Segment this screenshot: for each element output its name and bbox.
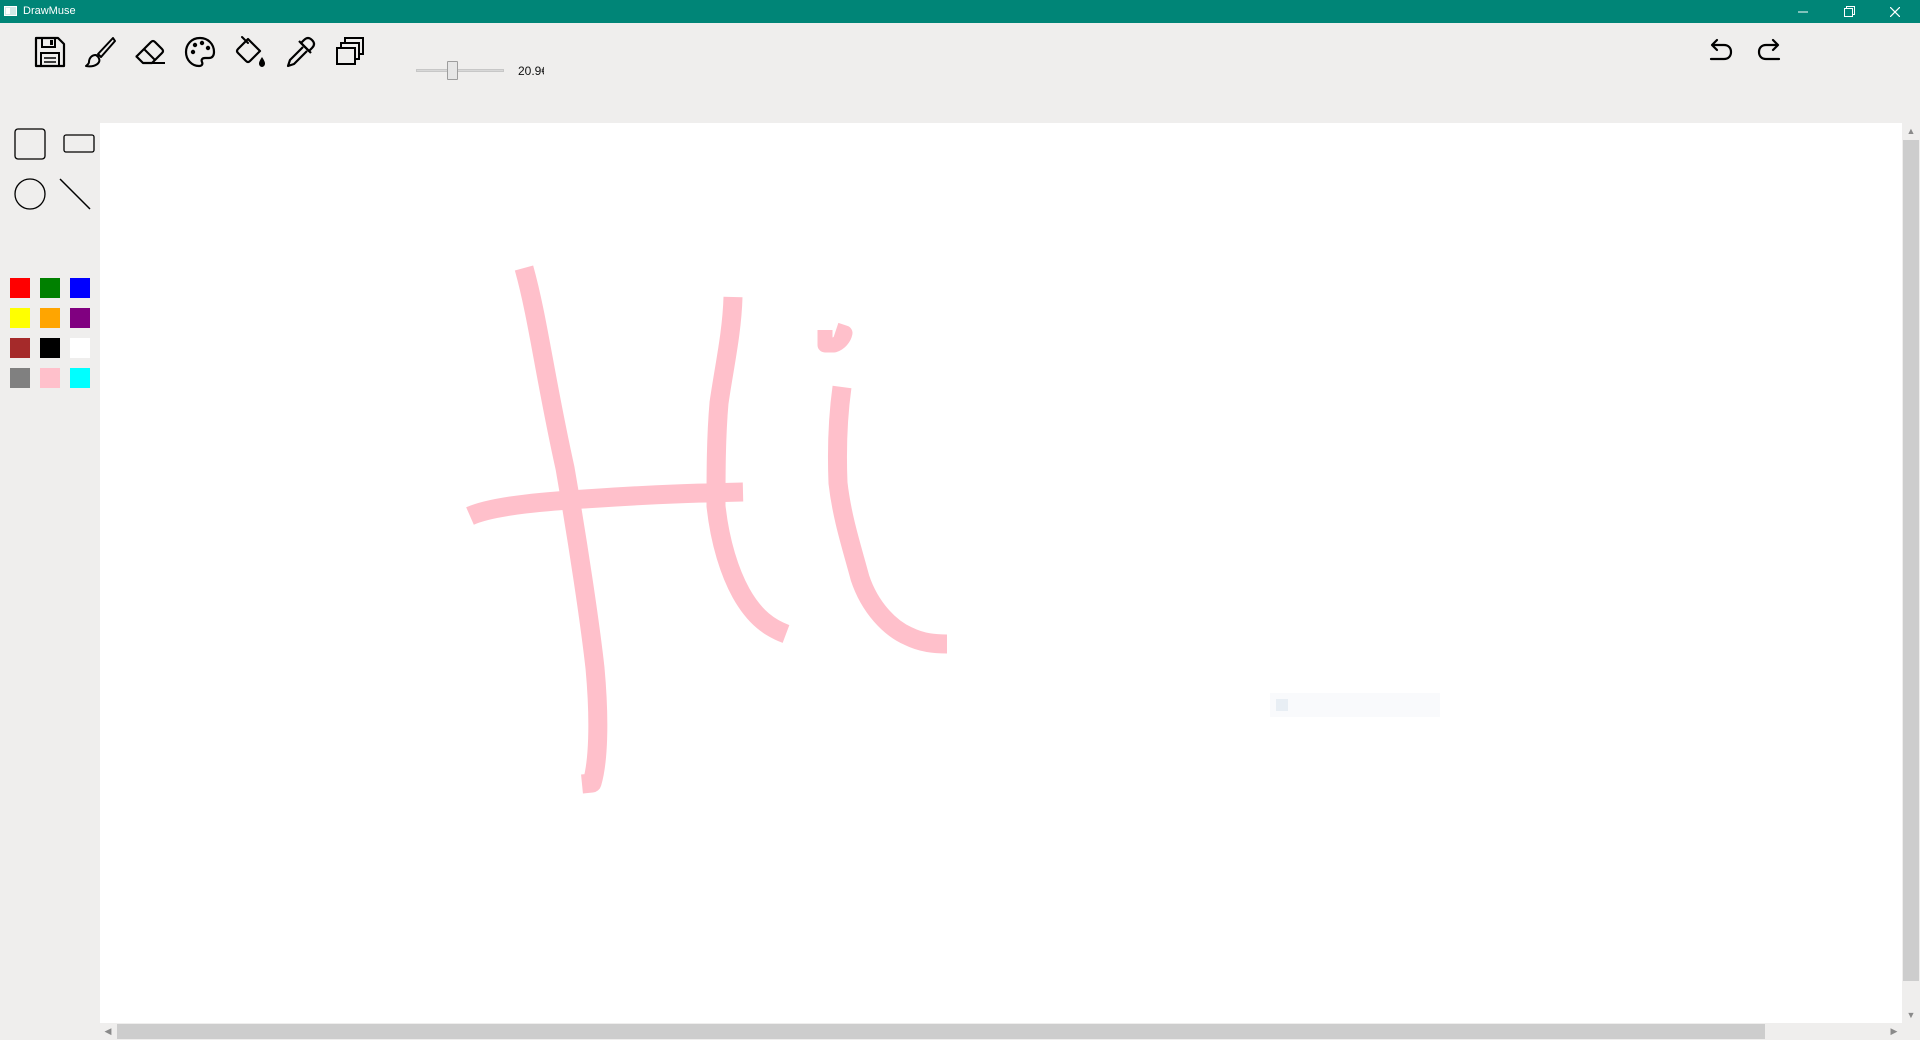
minimize-button[interactable]: [1780, 0, 1826, 23]
eyedropper-icon: [286, 36, 316, 68]
palette-button[interactable]: [180, 32, 220, 72]
color-swatch[interactable]: [40, 308, 60, 328]
layers-button[interactable]: [330, 32, 370, 72]
app-icon: [4, 6, 17, 16]
circle-shape-button[interactable]: [11, 175, 49, 213]
color-swatch[interactable]: [70, 368, 90, 388]
ghost-hint: [1270, 693, 1440, 717]
drawmuse-window: DrawMuse 20.9 ▲ ▼ ◀ ▶: [0, 0, 1920, 1040]
circle-icon: [14, 178, 46, 210]
fill-bucket-button[interactable]: [230, 32, 270, 72]
scroll-up-arrow-icon[interactable]: ▲: [1903, 123, 1919, 139]
redo-icon: [1757, 38, 1781, 61]
color-swatch[interactable]: [10, 368, 30, 388]
undo-icon: [1709, 38, 1733, 61]
horizontal-scroll-thumb[interactable]: [117, 1024, 1765, 1039]
color-swatch[interactable]: [40, 368, 60, 388]
vertical-scrollbar[interactable]: ▲ ▼: [1902, 123, 1920, 1023]
line-shape-button[interactable]: [56, 175, 94, 213]
save-button[interactable]: [30, 32, 70, 72]
color-swatch[interactable]: [70, 338, 90, 358]
scroll-right-arrow-icon[interactable]: ▶: [1886, 1023, 1902, 1039]
stroke-h-right: [706, 296, 790, 643]
brush-size-slider[interactable]: [412, 59, 508, 83]
color-swatch[interactable]: [10, 278, 30, 298]
stroke-i-stem: [827, 385, 948, 654]
color-swatch[interactable]: [40, 278, 60, 298]
square-shape-button[interactable]: [11, 125, 49, 163]
undo-button[interactable]: [1700, 32, 1740, 72]
brush-icon: [85, 37, 116, 68]
color-swatch[interactable]: [40, 338, 60, 358]
scroll-down-arrow-icon[interactable]: ▼: [1903, 1007, 1919, 1023]
scroll-left-arrow-icon[interactable]: ◀: [100, 1023, 116, 1039]
redo-button[interactable]: [1750, 32, 1790, 72]
color-swatch[interactable]: [10, 338, 30, 358]
color-swatch[interactable]: [70, 308, 90, 328]
stroke-h-left: [514, 265, 608, 794]
horizontal-scrollbar[interactable]: ◀ ▶: [100, 1023, 1902, 1040]
eraser-icon: [135, 39, 165, 65]
restore-icon: [1843, 6, 1855, 17]
drawing-canvas[interactable]: [100, 123, 1902, 1023]
close-icon: [1890, 6, 1900, 17]
fill-bucket-icon: [235, 36, 265, 67]
rectangle-icon: [63, 134, 95, 153]
eyedropper-button[interactable]: [280, 32, 320, 72]
palette-icon: [184, 36, 216, 68]
slider-thumb[interactable]: [446, 61, 458, 80]
line-icon: [59, 178, 91, 210]
square-icon: [14, 128, 46, 160]
close-button[interactable]: [1872, 0, 1918, 23]
rectangle-shape-button[interactable]: [60, 125, 98, 163]
minimize-icon: [1798, 11, 1808, 12]
toolbar: 20.9€: [0, 23, 1920, 123]
layers-icon: [336, 37, 364, 65]
stroke-h-crossbar: [466, 482, 744, 525]
scrollbar-corner: [1902, 1023, 1920, 1040]
slider-track: [416, 69, 504, 72]
vertical-scroll-thumb[interactable]: [1903, 140, 1919, 981]
restore-button[interactable]: [1826, 0, 1872, 23]
ghost-hint-icon: [1276, 699, 1288, 711]
title-bar: DrawMuse: [0, 0, 1920, 23]
left-panel: [0, 123, 100, 1040]
drawing-strokes: [466, 265, 948, 794]
brush-size-value: 20.9€: [518, 64, 544, 78]
color-swatch[interactable]: [70, 278, 90, 298]
eraser-button[interactable]: [130, 32, 170, 72]
brush-button[interactable]: [80, 32, 120, 72]
stroke-i-dot: [817, 322, 853, 353]
color-swatch[interactable]: [10, 308, 30, 328]
window-title: DrawMuse: [23, 5, 76, 17]
save-icon: [34, 36, 66, 68]
